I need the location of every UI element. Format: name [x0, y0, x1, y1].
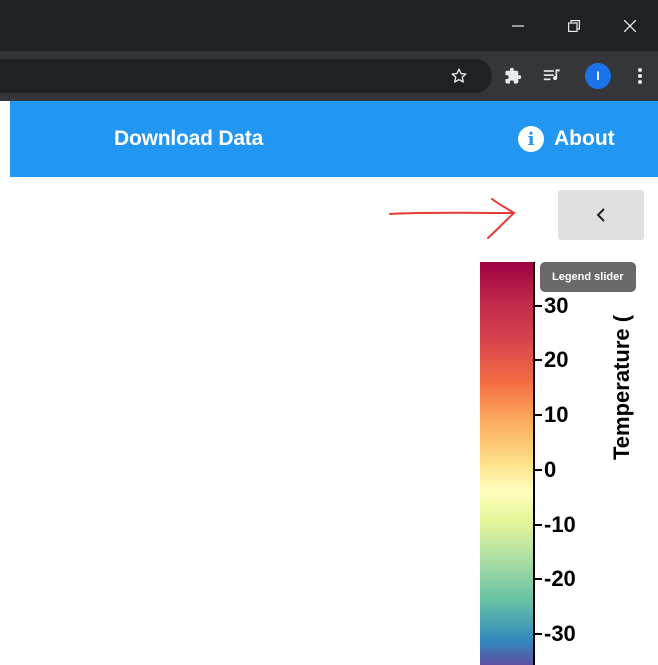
- legend-slider-toggle-button[interactable]: [558, 190, 644, 240]
- about-link[interactable]: i About: [518, 101, 615, 177]
- profile-avatar[interactable]: I: [585, 63, 611, 89]
- about-label: About: [554, 127, 615, 150]
- bookmark-star-icon[interactable]: [446, 63, 472, 89]
- colorbar-tick: [535, 359, 542, 361]
- colorbar-tick-label: 0: [544, 457, 557, 482]
- colorbar-tick-label: 10: [544, 402, 569, 427]
- colorbar-tick-label: -10: [544, 512, 576, 537]
- media-queue-icon[interactable]: [540, 63, 566, 89]
- address-bar[interactable]: [0, 59, 492, 93]
- info-icon: i: [518, 126, 544, 152]
- close-button[interactable]: [602, 0, 658, 51]
- restore-icon: [568, 19, 580, 32]
- app-navbar: Download Data i About: [10, 101, 658, 177]
- minimize-button[interactable]: [490, 0, 546, 51]
- colorbar-tick-label: -30: [544, 621, 576, 646]
- colorbar-tick: [535, 524, 542, 526]
- browser-title-bar: [0, 0, 658, 51]
- minimize-icon: [512, 24, 524, 27]
- annotation-arrow-icon: [389, 198, 516, 239]
- browser-menu-icon[interactable]: [627, 63, 653, 89]
- colorbar-tick-label: 30: [544, 293, 569, 318]
- colorbar-tick: [535, 633, 542, 635]
- colorbar-tick: [535, 469, 542, 471]
- colorbar-tick: [535, 414, 542, 416]
- download-data-link[interactable]: Download Data: [114, 101, 263, 177]
- colorbar-tick-label: 20: [544, 347, 569, 372]
- close-icon: [624, 19, 636, 32]
- legend-slider-tooltip: Legend slider: [540, 262, 636, 292]
- chevron-left-icon: [596, 208, 605, 222]
- colorbar-tick: [535, 578, 542, 580]
- colorbar-tick-label: -20: [544, 566, 576, 591]
- colorbar-axis: [533, 262, 535, 665]
- extensions-puzzle-icon[interactable]: [500, 63, 526, 89]
- colorbar-title: Temperature (: [609, 314, 634, 460]
- temperature-colorbar: [480, 262, 534, 665]
- colorbar-tick: [535, 305, 542, 307]
- restore-button[interactable]: [546, 0, 602, 51]
